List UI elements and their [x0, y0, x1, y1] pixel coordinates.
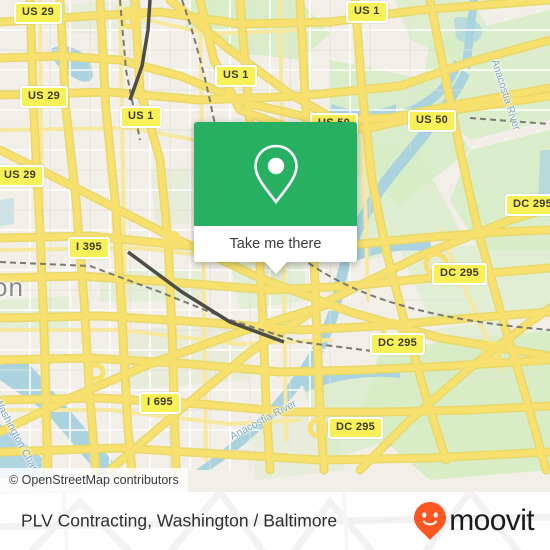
shield-dc-295-c[interactable]: DC 295	[370, 333, 426, 355]
label-washington-city: on	[0, 272, 24, 302]
popup-header	[194, 122, 357, 226]
shield-us-1-w[interactable]: US 1	[120, 106, 162, 128]
shield-us-29[interactable]: US 29	[14, 2, 63, 24]
moovit-wordmark: moovit	[449, 504, 534, 537]
moovit-brand[interactable]: moovit	[413, 501, 535, 541]
map-pin-icon	[253, 144, 298, 205]
moovit-pin-smiley-icon	[414, 502, 447, 540]
take-me-there-label: Take me there	[229, 236, 322, 252]
shield-dc-295-s[interactable]: DC 295	[328, 417, 384, 439]
shield-us-50-e[interactable]: US 50	[408, 110, 457, 132]
shield-us-29-w[interactable]: US 29	[20, 86, 69, 108]
place-title: PLV Contracting, Washington / Baltimore	[21, 510, 338, 531]
take-me-there-button[interactable]: Take me there	[194, 226, 357, 262]
shield-dc-295-e[interactable]: DC 295	[432, 263, 488, 285]
footer-bar: PLV Contracting, Washington / Baltimore …	[0, 492, 550, 550]
shield-i-695[interactable]: I 695	[139, 392, 181, 414]
moovit-map-screenshot: US 29 US 1 US 1 US 29 US 1 US 50 US 50 U…	[0, 0, 550, 550]
shield-dc-295-ne[interactable]: DC 295	[505, 194, 550, 216]
shield-i-395[interactable]: I 395	[68, 237, 110, 259]
shield-us-1-ne[interactable]: US 1	[346, 1, 388, 23]
popup-pointer	[264, 262, 287, 274]
osm-attribution[interactable]: © OpenStreetMap contributors	[0, 468, 188, 492]
shield-us-29-sw[interactable]: US 29	[0, 165, 45, 187]
shield-us-1[interactable]: US 1	[215, 65, 257, 87]
map-popup-card[interactable]: Take me there	[194, 122, 357, 274]
